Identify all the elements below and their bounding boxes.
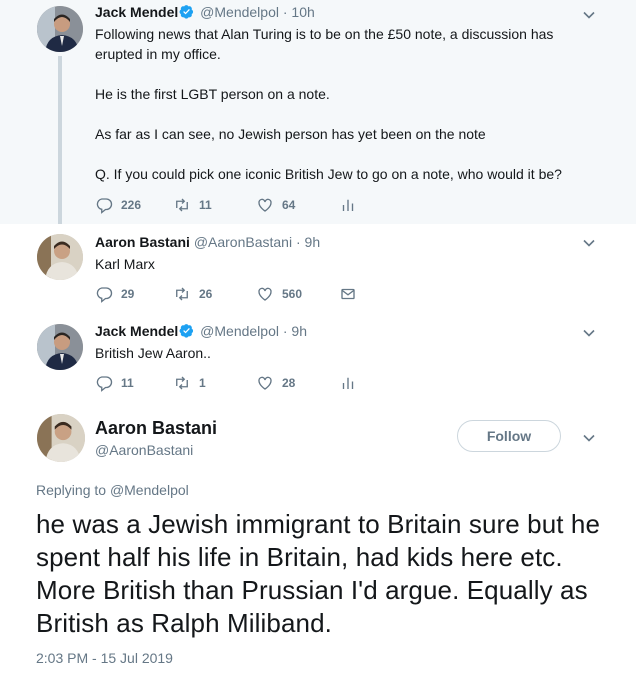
retweet-button[interactable]: 1 xyxy=(173,374,206,392)
replying-to: Replying to @Mendelpol xyxy=(36,482,189,498)
analytics-button[interactable] xyxy=(339,374,365,392)
reply-count: 11 xyxy=(121,376,134,390)
avatar[interactable] xyxy=(37,6,83,52)
tweet-header: Jack Mendel @Mendelpol · 9h xyxy=(95,323,307,339)
analytics-button[interactable] xyxy=(339,196,365,214)
avatar[interactable] xyxy=(37,234,83,280)
tweet-time[interactable]: 10h xyxy=(291,4,314,20)
reply-count: 226 xyxy=(121,198,142,212)
retweet-count: 1 xyxy=(199,376,206,390)
tweet-time[interactable]: 9h xyxy=(291,323,307,339)
retweet-icon xyxy=(176,376,188,390)
chevron-down-icon[interactable] xyxy=(582,326,596,340)
retweet-count: 11 xyxy=(199,198,212,212)
like-button[interactable]: 560 xyxy=(256,285,302,303)
verified-badge-icon xyxy=(179,4,194,19)
avatar[interactable] xyxy=(37,324,83,370)
replying-prefix: Replying to xyxy=(36,482,107,498)
tweet-actions: 226 11 64 xyxy=(95,196,395,216)
tweet-jack-mendel-1[interactable]: Jack Mendel @Mendelpol · 10h Following n… xyxy=(0,0,636,224)
tweet-aaron-bastani-reply[interactable]: Aaron Bastani @AaronBastani · 9h Karl Ma… xyxy=(0,224,636,314)
direct-message-icon xyxy=(341,288,355,300)
analytics-icon xyxy=(342,377,354,389)
tweet-text: Karl Marx xyxy=(95,256,155,272)
retweet-button[interactable]: 11 xyxy=(173,196,212,214)
reply-icon xyxy=(96,376,113,392)
reply-button[interactable]: 226 xyxy=(95,196,141,214)
retweet-button[interactable]: 26 xyxy=(173,285,212,303)
main-author-handle[interactable]: @AaronBastani xyxy=(95,442,193,458)
chevron-down-icon[interactable] xyxy=(582,236,596,250)
like-button[interactable]: 28 xyxy=(256,374,295,392)
tweet-paragraph: Following news that Alan Turing is to be… xyxy=(95,26,554,62)
tweet-jack-mendel-2[interactable]: Jack Mendel @Mendelpol · 9h British Jew … xyxy=(0,314,636,404)
like-count: 64 xyxy=(282,198,296,212)
tweet-paragraph: He is the first LGBT person on a note. xyxy=(95,86,330,102)
heart-icon xyxy=(258,376,272,390)
author-name[interactable]: Jack Mendel xyxy=(95,4,178,20)
main-author-name[interactable]: Aaron Bastani xyxy=(95,418,217,439)
tweet-time[interactable]: 9h xyxy=(305,234,321,250)
retweet-icon xyxy=(176,287,188,301)
heart-icon xyxy=(258,198,272,212)
main-timestamp[interactable]: 2:03 PM - 15 Jul 2019 xyxy=(36,650,173,666)
reply-button[interactable]: 29 xyxy=(95,285,134,303)
tweet-header: Aaron Bastani @AaronBastani · 9h xyxy=(95,234,320,250)
tweet-header: Jack Mendel @Mendelpol · 10h xyxy=(95,4,315,20)
replying-mention-link[interactable]: @Mendelpol xyxy=(110,482,189,498)
separator-dot: · xyxy=(282,4,288,20)
tweet-text: British Jew Aaron.. xyxy=(95,345,211,361)
tweet-paragraph: As far as I can see, no Jewish person ha… xyxy=(95,126,486,142)
tweet-text: Following news that Alan Turing is to be… xyxy=(95,24,595,184)
reply-button[interactable]: 11 xyxy=(95,374,134,392)
direct-message-button[interactable] xyxy=(339,285,365,303)
separator-dot: · xyxy=(282,323,288,339)
reply-icon xyxy=(96,198,113,214)
like-button[interactable]: 64 xyxy=(256,196,295,214)
analytics-icon xyxy=(342,199,354,211)
author-name[interactable]: Jack Mendel xyxy=(95,323,178,339)
author-name[interactable]: Aaron Bastani xyxy=(95,234,190,250)
chevron-down-icon[interactable] xyxy=(582,431,596,445)
tweet-paragraph: Q. If you could pick one iconic British … xyxy=(95,166,562,182)
retweet-icon xyxy=(176,198,188,212)
tweet-actions: 11 1 28 xyxy=(95,374,395,394)
reply-icon xyxy=(96,287,113,303)
avatar[interactable] xyxy=(37,414,85,462)
heart-icon xyxy=(258,287,272,301)
tweet-actions: 29 26 560 xyxy=(95,285,395,305)
main-tweet-text: he was a Jewish immigrant to Britain sur… xyxy=(36,509,601,638)
follow-button[interactable]: Follow xyxy=(457,420,561,452)
author-handle[interactable]: @Mendelpol xyxy=(200,4,279,20)
chevron-down-icon[interactable] xyxy=(582,8,596,22)
author-handle[interactable]: @AaronBastani xyxy=(194,234,292,250)
thread-line xyxy=(58,56,62,224)
separator-dot: · xyxy=(295,234,301,250)
verified-badge-icon xyxy=(179,323,194,338)
reply-count: 29 xyxy=(121,287,135,301)
author-handle[interactable]: @Mendelpol xyxy=(200,323,279,339)
like-count: 560 xyxy=(282,287,303,301)
like-count: 28 xyxy=(282,376,296,390)
retweet-count: 26 xyxy=(199,287,213,301)
